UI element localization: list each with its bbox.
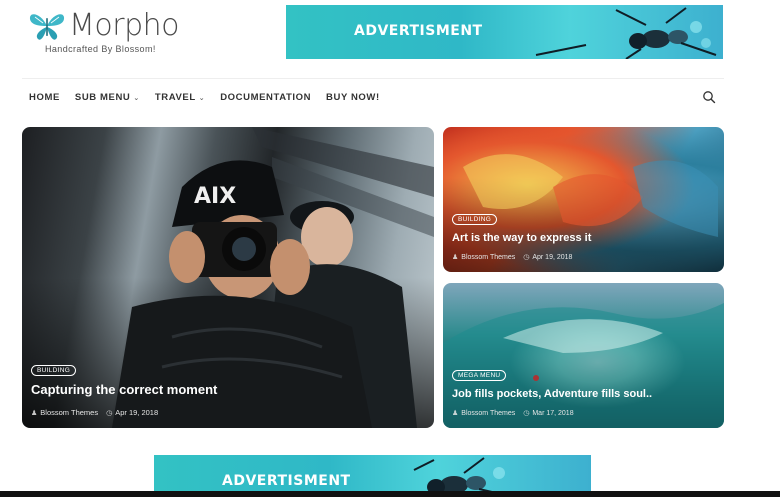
nav-home-label: HOME [29, 92, 60, 103]
nav-buy-now[interactable]: BUY NOW! [326, 92, 380, 103]
featured-post-wave[interactable]: MEGA MENU Job fills pockets, Adventure f… [443, 283, 724, 428]
post-title[interactable]: Job fills pockets, Adventure fills soul.… [452, 388, 652, 400]
ad-banner-top[interactable]: ADVERTISMENT [286, 5, 723, 59]
post-meta: ♟ Blossom Themes ◷ Apr 19, 2018 [452, 253, 572, 262]
search-icon[interactable] [702, 90, 716, 104]
header-divider [22, 78, 724, 79]
nav-sub-menu-label: SUB MENU [74, 92, 131, 103]
site-logo[interactable]: Morpho [27, 8, 179, 43]
post-image [463, 154, 718, 237]
user-icon: ♟ [452, 410, 459, 417]
main-navigation: HOME SUB MENU ⌄ TRAVEL ⌄ DOCUMENTATION BUY… [29, 92, 395, 103]
nav-travel-label: TRAVEL [154, 92, 196, 103]
site-tagline: Handcrafted By Blossom! [45, 44, 156, 54]
chevron-down-icon: ⌄ [198, 94, 206, 102]
site-title[interactable]: Morpho [69, 8, 179, 43]
insect-illustration [535, 7, 717, 59]
post-author[interactable]: Blossom Themes [40, 408, 98, 417]
user-icon: ♟ [31, 409, 38, 417]
post-author[interactable]: Blossom Themes [461, 410, 515, 417]
post-date[interactable]: Mar 17, 2018 [532, 410, 573, 417]
category-badge[interactable]: BUILDING [31, 365, 77, 376]
user-icon: ♟ [452, 254, 459, 261]
nav-buy-now-label: BUY NOW! [326, 92, 380, 103]
nav-documentation[interactable]: DOCUMENTATION [220, 92, 311, 103]
post-date[interactable]: Apr 19, 2018 [532, 254, 572, 261]
nav-home[interactable]: HOME [29, 92, 60, 103]
nav-documentation-label: DOCUMENTATION [220, 92, 312, 103]
post-author[interactable]: Blossom Themes [461, 254, 515, 261]
clock-icon: ◷ [106, 409, 113, 417]
category-badge[interactable]: BUILDING [452, 214, 498, 225]
chevron-down-icon: ⌄ [133, 94, 140, 102]
clock-icon: ◷ [523, 254, 530, 261]
post-date[interactable]: Apr 19, 2018 [115, 408, 158, 417]
featured-post-main[interactable]: AIX BUILDING Capturing the correct momen… [22, 127, 434, 428]
clock-icon: ◷ [523, 410, 530, 417]
post-image [443, 303, 724, 428]
post-meta: ♟ Blossom Themes ◷ Apr 19, 2018 [31, 408, 158, 417]
post-title[interactable]: Art is the way to express it [452, 232, 591, 244]
nav-travel[interactable]: TRAVEL ⌄ [155, 92, 205, 103]
butterfly-icon [29, 13, 65, 40]
category-badge[interactable]: MEGA MENU [452, 370, 507, 381]
post-meta: ♟ Blossom Themes ◷ Mar 17, 2018 [452, 409, 574, 418]
svg-text:AIX: AIX [194, 184, 236, 209]
page-bottom-bar [0, 491, 780, 497]
featured-post-art[interactable]: BUILDING Art is the way to express it ♟ … [443, 127, 724, 272]
post-title[interactable]: Capturing the correct moment [31, 382, 217, 397]
nav-sub-menu[interactable]: SUB MENU ⌄ [75, 92, 140, 103]
